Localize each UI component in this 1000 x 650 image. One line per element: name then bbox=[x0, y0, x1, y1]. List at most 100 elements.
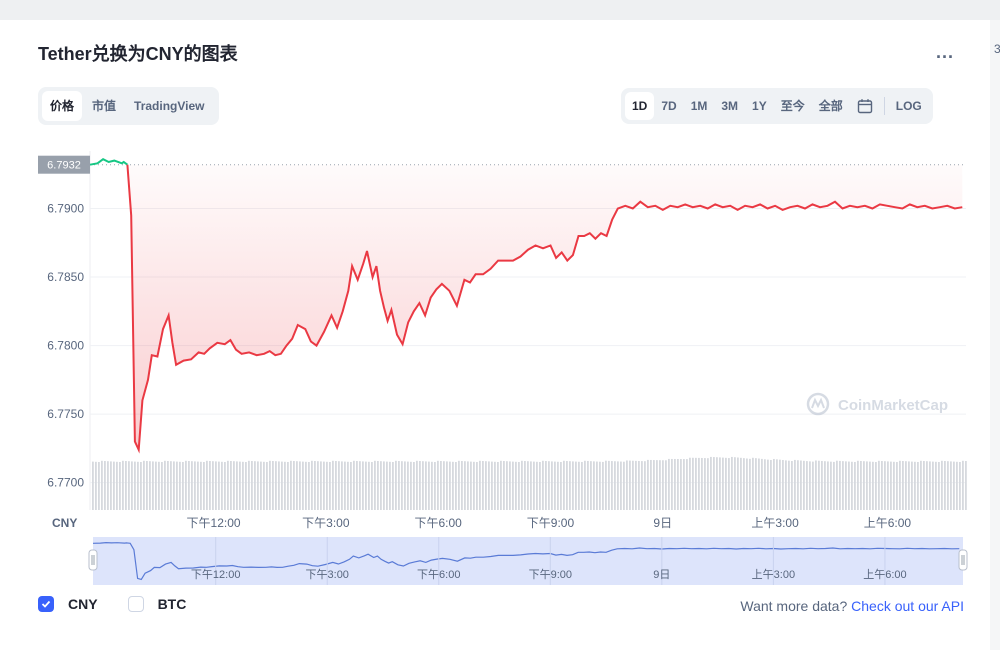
volume-bar bbox=[641, 461, 643, 510]
volume-bar bbox=[899, 460, 901, 510]
volume-bar bbox=[158, 461, 160, 510]
volume-bar bbox=[758, 458, 760, 510]
volume-bar bbox=[674, 458, 676, 510]
volume-bar bbox=[545, 460, 547, 510]
volume-bar bbox=[173, 461, 175, 510]
volume-bar bbox=[290, 460, 292, 510]
volume-bar bbox=[125, 461, 127, 510]
legend-label-btc: BTC bbox=[157, 596, 187, 612]
volume-bar bbox=[236, 461, 238, 510]
volume-bar bbox=[398, 461, 400, 510]
volume-bar bbox=[161, 462, 163, 510]
volume-bar bbox=[629, 460, 631, 510]
volume-bar bbox=[683, 459, 685, 510]
btc-checkbox[interactable] bbox=[127, 596, 144, 612]
volume-bar bbox=[221, 461, 223, 510]
volume-bar bbox=[350, 462, 352, 510]
volume-bar bbox=[827, 461, 829, 510]
more-data-prompt: Want more data? bbox=[740, 598, 848, 614]
volume-bar bbox=[875, 461, 877, 510]
volume-bar bbox=[803, 460, 805, 510]
volume-bar bbox=[209, 461, 211, 510]
volume-bar bbox=[149, 461, 151, 510]
volume-bar bbox=[491, 461, 493, 510]
volume-bar bbox=[935, 461, 937, 510]
volume-bar bbox=[560, 461, 562, 510]
volume-bar bbox=[329, 462, 331, 510]
volume-bar bbox=[326, 461, 328, 510]
volume-bar bbox=[134, 461, 136, 510]
volume-bar bbox=[440, 461, 442, 510]
volume-bar bbox=[944, 461, 946, 510]
volume-bar bbox=[686, 459, 688, 510]
navigator-handle-right[interactable] bbox=[958, 549, 968, 571]
volume-bar bbox=[449, 461, 451, 510]
volume-bar bbox=[218, 461, 220, 510]
volume-bar bbox=[92, 461, 94, 510]
volume-bar bbox=[920, 460, 922, 510]
volume-bar bbox=[653, 460, 655, 510]
volume-bar bbox=[959, 462, 961, 510]
volume-bar bbox=[164, 460, 166, 510]
volume-bar bbox=[599, 461, 601, 510]
volume-bar bbox=[932, 461, 934, 510]
price-line-up bbox=[89, 158, 128, 166]
volume-bar bbox=[197, 461, 199, 510]
volume-bar bbox=[626, 460, 628, 510]
navigator-tick-label: 下午6:00 bbox=[417, 568, 460, 581]
volume-bar bbox=[575, 461, 577, 510]
volume-bar bbox=[404, 461, 406, 510]
volume-bar bbox=[413, 462, 415, 510]
volume-bar bbox=[872, 461, 874, 510]
volume-bar bbox=[338, 461, 340, 510]
volume-bar bbox=[416, 460, 418, 510]
volume-bar bbox=[470, 461, 472, 510]
volume-bar bbox=[323, 461, 325, 510]
legend-label-cny: CNY bbox=[68, 596, 98, 612]
volume-bar bbox=[869, 461, 871, 510]
volume-bar bbox=[698, 457, 700, 510]
x-tick-label: 9日 bbox=[653, 516, 672, 530]
cny-checkbox[interactable] bbox=[38, 596, 54, 612]
legend-item-cny[interactable]: CNY bbox=[38, 596, 98, 612]
volume-bar bbox=[425, 461, 427, 510]
volume-bar bbox=[539, 461, 541, 510]
volume-bar bbox=[602, 461, 604, 510]
volume-bar bbox=[566, 460, 568, 510]
volume-bar bbox=[233, 461, 235, 510]
x-tick-label: 上午3:00 bbox=[751, 516, 799, 530]
volume-bar bbox=[512, 461, 514, 510]
volume-bar bbox=[239, 461, 241, 510]
api-link[interactable]: Check out our API bbox=[851, 598, 964, 614]
volume-bar bbox=[500, 460, 502, 510]
volume-bar bbox=[632, 460, 634, 510]
volume-bar bbox=[728, 458, 730, 510]
volume-bar bbox=[446, 461, 448, 510]
volume-bar bbox=[608, 460, 610, 510]
volume-bar bbox=[917, 461, 919, 510]
volume-bar bbox=[926, 461, 928, 510]
legend-item-btc[interactable]: BTC bbox=[127, 596, 187, 612]
volume-bar bbox=[392, 462, 394, 510]
volume-bar bbox=[749, 458, 751, 510]
volume-bar bbox=[434, 462, 436, 510]
volume-bar bbox=[464, 461, 466, 510]
volume-bar bbox=[812, 461, 814, 510]
volume-bar bbox=[311, 460, 313, 510]
volume-bar bbox=[773, 458, 775, 510]
volume-bar bbox=[344, 461, 346, 510]
volume-bar bbox=[950, 461, 952, 510]
volume-bar bbox=[794, 459, 796, 510]
navigator-handle-left[interactable] bbox=[88, 549, 98, 571]
volume-bar bbox=[692, 457, 694, 510]
volume-bar bbox=[638, 460, 640, 510]
volume-bar bbox=[245, 462, 247, 510]
volume-bar bbox=[455, 462, 457, 510]
volume-bar bbox=[713, 457, 715, 510]
volume-bar bbox=[332, 460, 334, 510]
volume-bar bbox=[380, 461, 382, 510]
volume-bar bbox=[938, 462, 940, 510]
volume-bar bbox=[179, 461, 181, 510]
volume-bar bbox=[401, 461, 403, 510]
volume-bar bbox=[644, 461, 646, 510]
